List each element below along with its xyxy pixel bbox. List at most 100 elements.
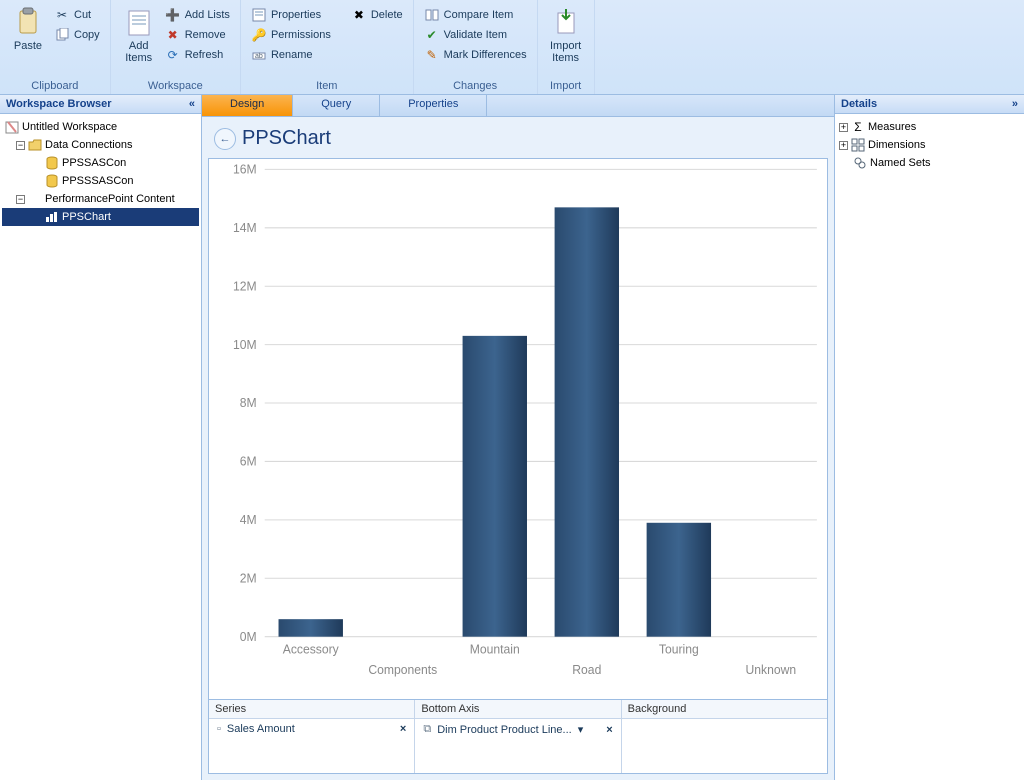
tab-properties[interactable]: Properties <box>380 95 487 116</box>
database-icon <box>44 155 60 171</box>
svg-text:Road: Road <box>572 663 601 677</box>
delete-icon: ✖ <box>351 7 367 23</box>
details-tree: + Σ Measures + Dimensions Named Sets <box>835 114 1024 176</box>
ribbon-group-label: Workspace <box>111 80 240 94</box>
copy-icon <box>54 27 70 43</box>
expand-toggle[interactable]: + <box>839 123 848 132</box>
sigma-icon: Σ <box>850 119 866 135</box>
svg-text:14M: 14M <box>233 221 257 235</box>
rename-label: Rename <box>271 49 313 61</box>
workspace-browser-pane: Workspace Browser « Untitled Workspace −… <box>0 95 202 780</box>
remove-series-button[interactable]: × <box>400 723 406 735</box>
svg-text:8M: 8M <box>240 396 257 410</box>
remove-label: Remove <box>185 29 226 41</box>
details-measures[interactable]: + Σ Measures <box>837 118 1022 136</box>
series-label: Sales Amount <box>227 723 295 735</box>
details-header: Details » <box>835 95 1024 114</box>
permissions-label: Permissions <box>271 29 331 41</box>
compare-icon <box>424 7 440 23</box>
tree-con1[interactable]: PPSSASCon <box>2 154 199 172</box>
chart-icon <box>44 209 60 225</box>
delete-button[interactable]: ✖ Delete <box>347 6 407 24</box>
background-panel: Background <box>622 700 827 773</box>
svg-text:4M: 4M <box>240 513 257 527</box>
paste-icon <box>12 6 44 38</box>
folder-icon <box>27 137 43 153</box>
ribbon-group-label: Clipboard <box>0 80 110 94</box>
svg-text:10M: 10M <box>233 338 257 352</box>
tree-con2[interactable]: PPSSSASCon <box>2 172 199 190</box>
rename-button[interactable]: ab Rename <box>247 46 335 64</box>
ribbon-group-label: Changes <box>414 80 537 94</box>
paste-label: Paste <box>14 40 42 52</box>
workspace-browser-title: Workspace Browser <box>6 98 112 110</box>
properties-icon <box>251 7 267 23</box>
copy-button[interactable]: Copy <box>50 26 104 44</box>
import-items-button[interactable]: Import Items <box>544 4 588 66</box>
remove-button[interactable]: ✖ Remove <box>161 26 234 44</box>
tab-query[interactable]: Query <box>293 95 380 116</box>
axis-header: Bottom Axis <box>415 700 620 719</box>
axis-item[interactable]: ⧉ Dim Product Product Line... ▾ × <box>419 721 616 738</box>
ribbon-group-changes: Compare Item ✔ Validate Item ✎ Mark Diff… <box>414 0 538 94</box>
mark-differences-button[interactable]: ✎ Mark Differences <box>420 46 531 64</box>
cut-label: Cut <box>74 9 91 21</box>
svg-text:Components: Components <box>368 663 437 677</box>
tree-root[interactable]: Untitled Workspace <box>2 118 199 136</box>
mark-icon: ✎ <box>424 47 440 63</box>
import-label: Import Items <box>550 40 581 64</box>
chart-canvas: 0M2M4M6M8M10M12M14M16MAccessoryComponent… <box>208 158 828 700</box>
details-dimensions[interactable]: + Dimensions <box>837 136 1022 154</box>
details-label: Dimensions <box>868 139 925 151</box>
copy-label: Copy <box>74 29 100 41</box>
series-item[interactable]: ▫ Sales Amount × <box>213 721 410 737</box>
refresh-icon: ⟳ <box>165 47 181 63</box>
permissions-icon: 🔑 <box>251 27 267 43</box>
permissions-button[interactable]: 🔑 Permissions <box>247 26 335 44</box>
validate-button[interactable]: ✔ Validate Item <box>420 26 531 44</box>
collapse-toggle[interactable]: − <box>16 141 25 150</box>
add-lists-button[interactable]: ➕ Add Lists <box>161 6 234 24</box>
back-button[interactable]: ← <box>214 128 236 150</box>
add-items-button[interactable]: Add Items <box>117 4 161 66</box>
compare-button[interactable]: Compare Item <box>420 6 531 24</box>
tree-pp-content[interactable]: − PerformancePoint Content <box>2 190 199 208</box>
expand-toggle[interactable]: + <box>839 141 848 150</box>
bottom-panels: Series ▫ Sales Amount × Bottom Axis ⧉ <box>208 700 828 774</box>
ribbon-group-label: Item <box>241 80 413 94</box>
collapse-toggle[interactable]: − <box>16 195 25 204</box>
tab-design[interactable]: Design <box>202 95 293 116</box>
ribbon-group-item: Properties 🔑 Permissions ab Rename ✖ Del… <box>241 0 414 94</box>
import-icon <box>550 6 582 38</box>
add-items-label: Add Items <box>125 40 152 64</box>
details-pane: Details » + Σ Measures + Dimensions <box>834 95 1024 780</box>
svg-text:0M: 0M <box>240 630 257 644</box>
add-lists-icon: ➕ <box>165 7 181 23</box>
bottom-axis-panel: Bottom Axis ⧉ Dim Product Product Line..… <box>415 700 621 773</box>
delete-label: Delete <box>371 9 403 21</box>
validate-icon: ✔ <box>424 27 440 43</box>
chart-title-row: ← PPSChart <box>208 123 828 158</box>
axis-label: Dim Product Product Line... <box>437 724 572 736</box>
refresh-button[interactable]: ⟳ Refresh <box>161 46 234 64</box>
scissors-icon: ✂ <box>54 7 70 23</box>
axis-dropdown[interactable]: ▾ <box>578 723 584 736</box>
cube-icon <box>27 191 43 207</box>
tree-ppschart[interactable]: PPSChart <box>2 208 199 226</box>
tree-label: Untitled Workspace <box>22 121 117 133</box>
properties-button[interactable]: Properties <box>247 6 335 24</box>
paste-button[interactable]: Paste <box>6 4 50 54</box>
ribbon-group-workspace: Add Items ➕ Add Lists ✖ Remove ⟳ Refresh… <box>111 0 241 94</box>
cut-button[interactable]: ✂ Cut <box>50 6 104 24</box>
remove-axis-button[interactable]: × <box>606 724 612 736</box>
center-tabs: Design Query Properties <box>202 95 834 117</box>
tree-data-connections[interactable]: − Data Connections <box>2 136 199 154</box>
collapse-icon[interactable]: « <box>189 98 195 110</box>
svg-text:16M: 16M <box>233 162 257 176</box>
details-named-sets[interactable]: Named Sets <box>837 154 1022 172</box>
ribbon-group-import: Import Items Import <box>538 0 595 94</box>
expand-icon[interactable]: » <box>1012 98 1018 110</box>
ribbon-group-clipboard: Paste ✂ Cut Copy Clipboard <box>0 0 111 94</box>
details-label: Named Sets <box>870 157 931 169</box>
series-header: Series <box>209 700 414 719</box>
